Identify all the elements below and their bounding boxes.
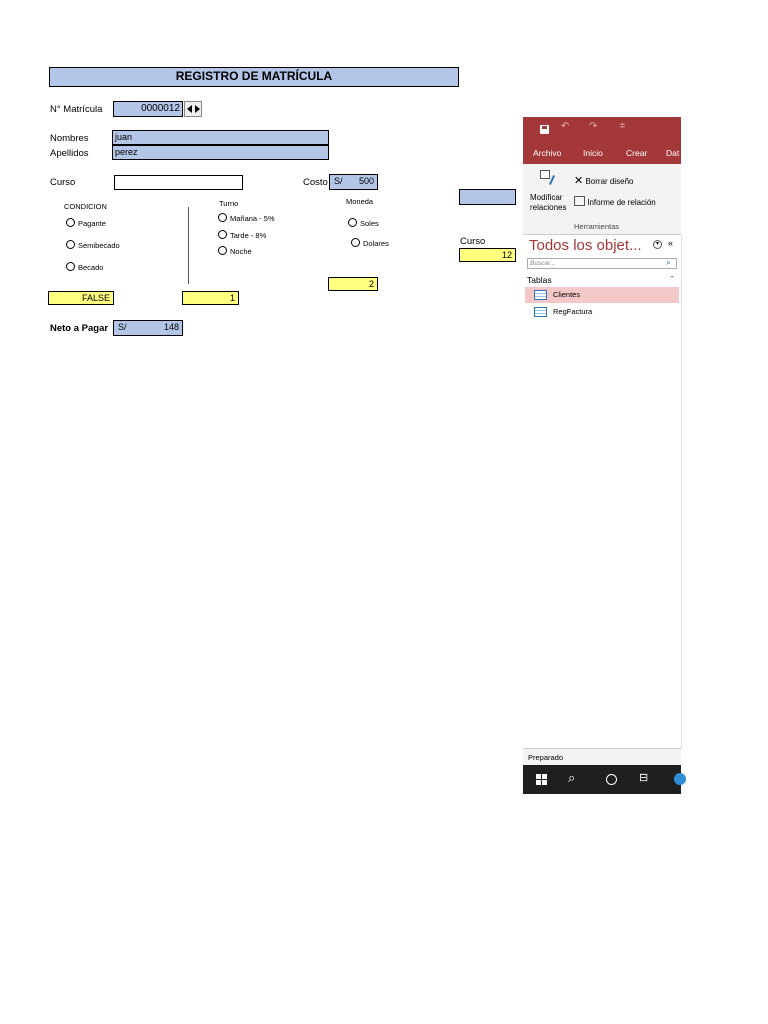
ribbon-label: Modificar: [530, 193, 563, 202]
radio-circle-icon[interactable]: [218, 246, 227, 255]
curso-side-label: Curso: [460, 236, 486, 247]
apellidos-field[interactable]: perez: [112, 145, 329, 160]
ribbon-label: Borrar diseño: [585, 177, 634, 186]
ribbon: Modificar relaciones ✕ Borrar diseño Inf…: [523, 164, 681, 235]
costo-label: Costo: [303, 177, 328, 188]
app-edge-icon[interactable]: [674, 773, 686, 785]
apellidos-label: Apellidos: [50, 148, 89, 159]
ribbon-label: relaciones: [530, 203, 567, 212]
blank-blue-cell[interactable]: [459, 189, 516, 205]
radio-dolares[interactable]: Dolares: [351, 238, 389, 248]
radio-label: Tarde - 8%: [230, 231, 267, 240]
turno-label: Turno: [219, 199, 239, 208]
access-titlebar: ↶ ↷ ≑ Archivo Inicio Crear Dat: [523, 117, 681, 164]
radio-manana[interactable]: Mañana - 5%: [218, 213, 275, 223]
matricula-spinner[interactable]: [184, 101, 202, 117]
relations-icon[interactable]: [540, 170, 558, 185]
menu-crear[interactable]: Crear: [626, 148, 647, 158]
radio-circle-icon[interactable]: [66, 218, 75, 227]
taskbar: ⌕ ⊟: [523, 765, 686, 794]
condicion-label: CONDICION: [64, 202, 107, 211]
nav-search-input[interactable]: Buscar...: [527, 258, 677, 269]
moneda-label: Moneda: [346, 197, 374, 206]
borrar-diseno-button[interactable]: ✕ Borrar diseño: [574, 174, 633, 187]
turno-link-cell[interactable]: 1: [182, 291, 239, 305]
table-item-regfactura[interactable]: RegFactura: [525, 304, 679, 320]
radio-circle-icon[interactable]: [351, 238, 360, 247]
radio-circle-icon[interactable]: [348, 218, 357, 227]
nav-dropdown-icon[interactable]: ▾: [653, 240, 662, 249]
table-item-label: Clientes: [553, 290, 581, 299]
search-icon[interactable]: ⌕: [666, 257, 671, 268]
table-icon: [534, 290, 547, 300]
section-label: Tablas: [527, 275, 552, 285]
radio-label: Becado: [78, 263, 104, 272]
nav-title[interactable]: Todos los objet...: [529, 237, 642, 254]
curso-label: Curso: [50, 177, 76, 188]
cortana-icon[interactable]: [606, 774, 617, 785]
radio-pagante[interactable]: Pagante: [66, 218, 106, 228]
task-view-icon[interactable]: ⊟: [639, 771, 648, 784]
matricula-field[interactable]: 0000012: [113, 101, 183, 117]
menu-datos[interactable]: Dat: [666, 148, 679, 158]
customize-icon[interactable]: ≑: [619, 121, 626, 130]
collapse-icon[interactable]: «: [668, 238, 673, 248]
curso-side-cell[interactable]: 12: [459, 248, 516, 262]
costo-field[interactable]: S/ 500: [329, 174, 378, 190]
form-title: REGISTRO DE MATRÍCULA: [49, 67, 459, 87]
radio-label: Pagante: [78, 219, 106, 228]
radio-label: Noche: [230, 247, 252, 256]
radio-soles[interactable]: Soles: [348, 218, 379, 228]
radio-label: Mañana - 5%: [230, 214, 275, 223]
curso-combobox[interactable]: [114, 175, 243, 190]
taskbar-search-icon[interactable]: ⌕: [568, 770, 575, 786]
nombres-label: Nombres: [50, 133, 89, 144]
undo-icon[interactable]: ↶: [561, 121, 569, 132]
nav-pane: Todos los objet... ▾ « Buscar... ⌕ Tabla…: [523, 235, 682, 748]
moneda-link-cell[interactable]: 2: [328, 277, 378, 291]
table-item-clientes[interactable]: Clientes: [525, 287, 679, 303]
spin-right-icon[interactable]: [195, 105, 200, 113]
menu-inicio[interactable]: Inicio: [583, 148, 603, 158]
radio-noche[interactable]: Noche: [218, 246, 252, 256]
close-x-icon: ✕: [574, 175, 584, 187]
spin-left-icon[interactable]: [187, 105, 192, 113]
radio-tarde[interactable]: Tarde - 8%: [218, 230, 266, 240]
radio-circle-icon[interactable]: [66, 262, 75, 271]
radio-circle-icon[interactable]: [218, 213, 227, 222]
costo-currency: S/: [334, 176, 343, 186]
matricula-label: N° Matrícula: [50, 104, 103, 115]
menu-archivo[interactable]: Archivo: [533, 148, 561, 158]
group-divider: [188, 207, 189, 284]
radio-label: Semibecado: [78, 241, 120, 250]
radio-label: Dolares: [363, 239, 389, 248]
table-icon: [534, 307, 547, 317]
nombres-field[interactable]: juan: [112, 130, 329, 145]
collapse-up-icon[interactable]: ⌃: [669, 275, 675, 283]
radio-becado[interactable]: Becado: [66, 262, 103, 272]
radio-semibecado[interactable]: Semibecado: [66, 240, 120, 250]
access-window: ↶ ↷ ≑ Archivo Inicio Crear Dat Modificar…: [523, 117, 686, 794]
informe-relacion-button[interactable]: Informe de relación: [574, 196, 656, 207]
ribbon-label: Informe de relación: [587, 198, 656, 207]
radio-circle-icon[interactable]: [66, 240, 75, 249]
save-icon[interactable]: [540, 125, 549, 134]
neto-value: 148: [163, 322, 179, 332]
windows-start-icon[interactable]: [536, 774, 547, 785]
neto-label: Neto a Pagar: [50, 323, 109, 334]
costo-value: 500: [358, 176, 374, 186]
modificar-relaciones-button[interactable]: Modificar relaciones: [530, 193, 566, 213]
neto-field[interactable]: S/ 148: [113, 320, 183, 336]
status-bar: Preparado: [523, 748, 681, 766]
neto-currency: S/: [118, 322, 127, 332]
report-icon: [574, 196, 585, 206]
radio-label: Soles: [360, 219, 379, 228]
section-tablas[interactable]: Tablas ⌃: [527, 275, 677, 285]
radio-circle-icon[interactable]: [218, 230, 227, 239]
redo-icon[interactable]: ↷: [589, 121, 597, 132]
condicion-link-cell[interactable]: FALSE: [48, 291, 114, 305]
ribbon-group-label: Herramientas: [574, 222, 620, 231]
status-text: Preparado: [528, 753, 564, 762]
table-item-label: RegFactura: [553, 307, 593, 316]
